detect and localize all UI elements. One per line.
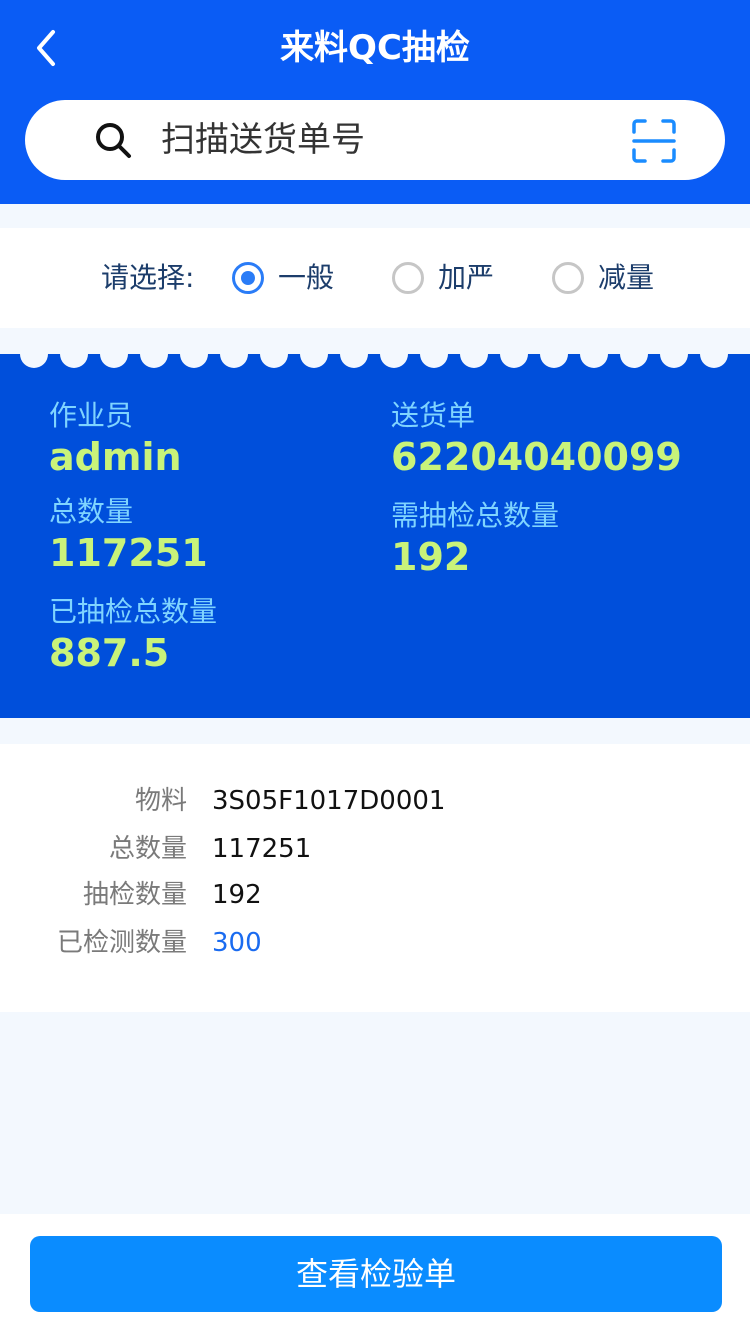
search-icon [96,123,131,158]
detail-label: 物料 [134,786,187,816]
radio-unchecked-icon [552,262,584,294]
page: 来料QC抽检 请选择: 一般 加严 [0,0,750,1334]
detail-row: 总数量 117251 [0,829,750,869]
operator-label: 作业员 [49,399,134,432]
radio-tightened[interactable]: 加严 [392,258,494,298]
inspection-level-selector: 请选择: 一般 加严 减量 [0,228,750,328]
detail-row: 已检测数量 300 [0,923,750,963]
detail-label: 已检测数量 [56,928,187,958]
detail-value: 3S05F1017D0001 [212,786,446,816]
radio-label: 减量 [598,261,655,294]
material-detail-card[interactable]: 物料 3S05F1017D0001 总数量 117251 抽检数量 192 已检… [0,744,750,1012]
total-quantity-value: 117251 [49,531,208,575]
sampled-total-value: 887.5 [49,631,170,675]
search-input[interactable] [159,114,629,166]
radio-reduced[interactable]: 减量 [552,258,654,298]
detail-value: 192 [212,880,262,910]
delivery-note-label: 送货单 [391,399,476,432]
scan-icon[interactable] [631,118,677,164]
detail-row: 物料 3S05F1017D0001 [0,781,750,821]
detail-label: 抽检数量 [82,880,187,910]
required-sample-value: 192 [391,535,471,579]
bottom-action-bar: 查看检验单 [0,1214,750,1334]
operator-value: admin [49,435,182,479]
sampled-total-label: 已抽检总数量 [49,595,218,628]
search-bar[interactable] [25,100,725,180]
detail-label: 总数量 [108,834,187,864]
radio-label: 加严 [438,261,495,294]
delivery-note-value: 62204040099 [391,435,682,479]
radio-normal[interactable]: 一般 [232,258,334,298]
select-label: 请选择: [101,261,195,294]
detail-row: 抽检数量 192 [0,875,750,915]
view-inspection-button[interactable]: 查看检验单 [30,1236,722,1312]
detail-value: 117251 [212,834,312,864]
radio-unchecked-icon [392,262,424,294]
page-title: 来料QC抽检 [280,28,470,68]
header: 来料QC抽检 [0,0,750,204]
summary-card: 作业员 admin 送货单 62204040099 总数量 117251 需抽检… [0,354,750,718]
radio-label: 一般 [278,261,335,294]
detail-value: 300 [212,928,262,958]
radio-checked-icon [232,262,264,294]
total-quantity-label: 总数量 [49,495,134,528]
required-sample-label: 需抽检总数量 [391,499,560,532]
